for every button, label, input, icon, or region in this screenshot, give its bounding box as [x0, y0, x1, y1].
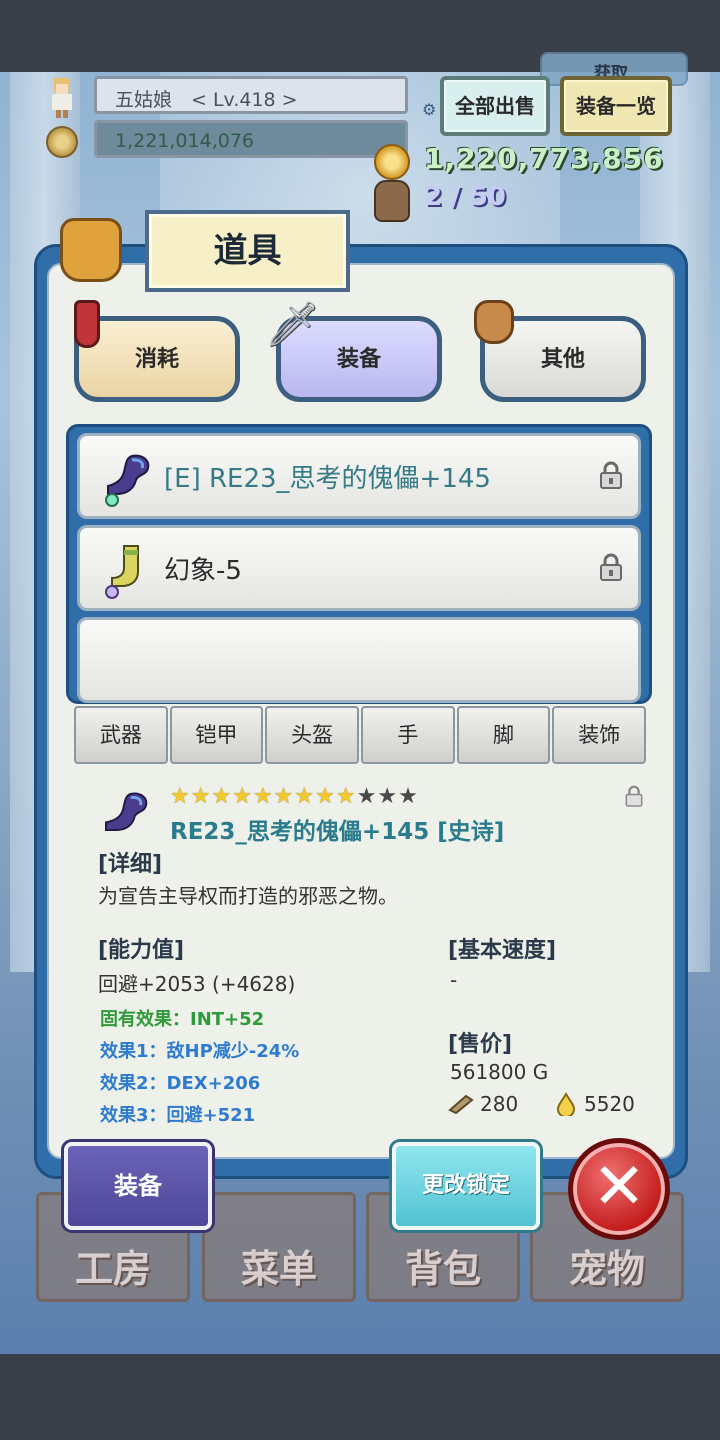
star-filled-icon: ★ — [315, 784, 336, 809]
star-empty-icon: ★ — [356, 784, 378, 809]
star-empty-icon: ★ — [377, 784, 399, 809]
effect-2: 效果2：DEX+206 — [100, 1073, 261, 1094]
star-empty-icon: ★ — [398, 784, 419, 809]
price-value: 561800 G — [450, 1060, 549, 1084]
yellow-boots-icon — [105, 545, 139, 599]
item-name: 幻象-5 — [164, 556, 242, 586]
filter-armor[interactable]: 铠甲 — [169, 706, 264, 764]
speed-header: [基本速度] — [448, 938, 557, 963]
item-detail-title: RE23_思考的傀儡+145 [史诗] — [170, 819, 505, 845]
effect-3: 效果3：回避+521 — [100, 1105, 256, 1126]
star-filled-icon: ★ — [170, 784, 191, 809]
change-lock-button[interactable]: 更改锁定 — [392, 1142, 540, 1230]
gear-icon[interactable]: ⚙ — [422, 100, 440, 119]
bag-capacity: 2 / 50 — [424, 182, 506, 212]
item-name: [E] RE23_思考的傀儡+145 — [164, 464, 491, 494]
list-item-empty[interactable] — [77, 617, 641, 703]
item-description: 为宣告主导权而打造的邪恶之物。 — [98, 884, 398, 908]
gold-coin-icon — [374, 144, 410, 180]
sell-all-button[interactable]: 全部出售 — [440, 76, 550, 136]
player-gold-partial: 1,221,014,076 — [94, 120, 408, 158]
effect-fixed: 固有效果：INT+52 — [100, 1009, 265, 1030]
list-item[interactable]: [E] RE23_思考的傀儡+145 — [77, 433, 641, 519]
material-2-count: 5520 — [584, 1092, 635, 1116]
stats-header: [能力值] — [98, 938, 185, 963]
purple-boots-icon — [105, 792, 148, 832]
slot-filter-bar: 武器 铠甲 头盔 手 脚 装饰 — [74, 706, 647, 764]
star-filled-icon: ★ — [252, 784, 274, 809]
close-icon: ✕ — [592, 1150, 646, 1224]
filter-weapon[interactable]: 武器 — [74, 706, 168, 764]
wood-material-icon — [448, 1094, 474, 1114]
sword-icon: 🗡 — [264, 299, 320, 350]
nav-menu-label: 菜单 — [240, 1247, 317, 1291]
potion-icon — [74, 300, 100, 348]
stat-main: 回避+2053 (+4628) — [98, 972, 296, 996]
star-filled-icon: ★ — [232, 784, 253, 809]
equipment-list-button[interactable]: 装备一览 — [560, 76, 672, 136]
sack-icon — [474, 300, 514, 344]
lock-icon[interactable] — [598, 460, 624, 490]
purple-boots-icon — [105, 454, 150, 507]
lock-icon[interactable] — [624, 784, 644, 808]
item-bag-icon — [60, 218, 122, 282]
list-item[interactable]: 幻象-5 — [77, 525, 641, 611]
navigation-bar — [0, 1354, 720, 1440]
material-1-count: 280 — [480, 1092, 519, 1116]
lock-icon[interactable] — [598, 552, 624, 582]
filter-helmet[interactable]: 头盔 — [265, 706, 360, 764]
nav-menu[interactable]: 菜单 — [202, 1192, 356, 1302]
nav-bag-label: 背包 — [404, 1247, 481, 1291]
speed-value: - — [450, 968, 458, 992]
item-list[interactable]: [E] RE23_思考的傀儡+145 幻象-5 — [66, 424, 652, 704]
star-filled-icon: ★ — [190, 784, 212, 809]
drop-material-icon — [556, 1092, 576, 1116]
detail-header: [详细] — [98, 852, 163, 877]
star-filled-icon: ★ — [211, 784, 233, 809]
panel-title: 道具 — [145, 210, 350, 292]
gold-amount: 1,220,773,856 — [424, 142, 664, 175]
nav-workshop-label: 工房 — [74, 1247, 151, 1291]
filter-hand[interactable]: 手 — [361, 706, 455, 764]
filter-foot[interactable]: 脚 — [456, 706, 551, 764]
player-avatar — [52, 78, 72, 118]
close-button[interactable]: ✕ — [568, 1138, 670, 1240]
star-filled-icon: ★ — [335, 784, 357, 809]
coin-small-icon — [46, 126, 78, 158]
backpack-icon — [374, 180, 410, 222]
filter-accessory[interactable]: 装饰 — [552, 706, 647, 764]
effect-1: 效果1：敌HP减少-24% — [100, 1041, 300, 1062]
rarity-stars: ★★★★★★★★★★★★ — [170, 784, 419, 809]
price-header: [售价] — [448, 1032, 513, 1057]
star-filled-icon: ★ — [273, 784, 295, 809]
equip-button[interactable]: 装备 — [64, 1142, 212, 1230]
player-name-level: 五姑娘 < Lv.418 > — [94, 76, 408, 114]
star-filled-icon: ★ — [294, 784, 316, 809]
nav-pet-label: 宠物 — [568, 1247, 645, 1291]
